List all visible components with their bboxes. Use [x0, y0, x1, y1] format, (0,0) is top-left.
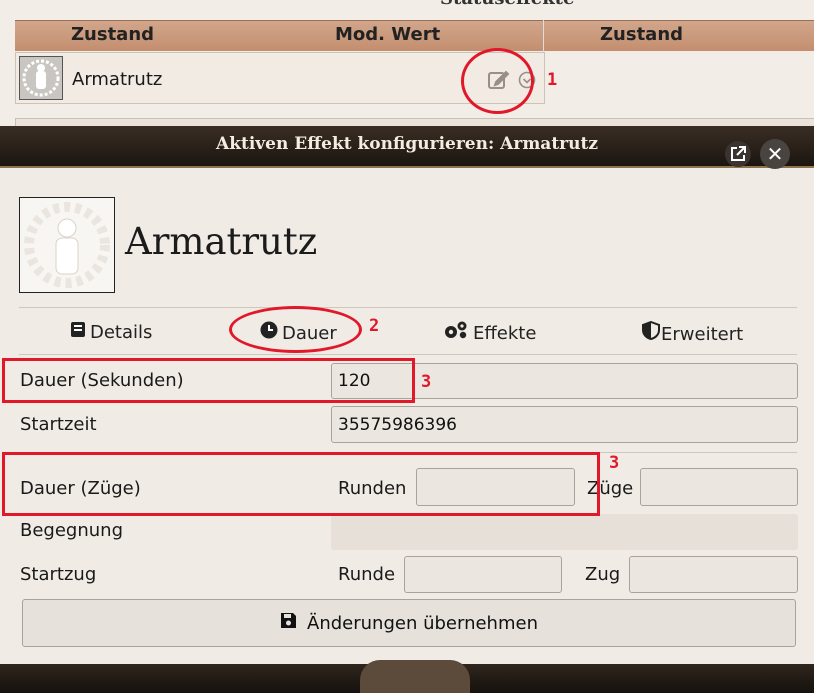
divider	[19, 354, 797, 355]
external-link-icon	[731, 146, 746, 161]
tab-details[interactable]: Details	[70, 321, 152, 343]
column-header-condition-2: Zustand	[600, 24, 684, 45]
turns-input[interactable]	[640, 468, 798, 506]
annotation-number-3a: 3	[421, 372, 432, 392]
shield-icon	[642, 320, 660, 345]
annotation-box-3a	[2, 358, 415, 403]
close-button[interactable]: ✕	[760, 139, 790, 169]
start-turn-zug-label: Zug	[585, 564, 621, 585]
gears-icon	[443, 321, 469, 344]
popout-button[interactable]	[725, 141, 751, 167]
annotation-box-3b	[2, 452, 600, 516]
effect-row-name: Armatrutz	[72, 69, 163, 90]
start-turn-label: Startzug	[20, 564, 97, 585]
tab-erweitert[interactable]: Erweitert	[642, 320, 744, 345]
combat-input	[331, 514, 798, 550]
column-header-mod-value: Mod. Wert	[335, 24, 441, 45]
effects-table-header: Zustand Mod. Wert Zustand	[15, 20, 814, 51]
tab-label: Effekte	[473, 323, 537, 344]
column-header-condition: Zustand	[71, 24, 155, 45]
start-turn-input[interactable]	[629, 556, 798, 593]
start-round-label: Runde	[338, 564, 396, 585]
effect-image[interactable]	[19, 197, 115, 293]
tab-label: Details	[90, 322, 153, 343]
start-time-input[interactable]	[331, 406, 798, 443]
combat-label: Begegnung	[20, 520, 123, 541]
annotation-number-2: 2	[369, 316, 380, 336]
annotation-circle-1	[461, 48, 534, 114]
annotation-circle-2	[229, 306, 362, 353]
annotation-number-3b: 3	[609, 453, 620, 473]
tab-label: Erweitert	[661, 324, 744, 345]
annotation-number-1: 1	[547, 70, 558, 90]
divider	[19, 307, 797, 308]
save-changes-button[interactable]: Änderungen übernehmen	[22, 599, 796, 647]
tab-effekte[interactable]: Effekte	[443, 321, 536, 344]
frame-ornament	[360, 660, 470, 693]
section-title: Statuseffekte	[440, 0, 574, 9]
close-icon: ✕	[766, 142, 784, 166]
start-round-input[interactable]	[404, 556, 562, 593]
save-changes-label: Änderungen übernehmen	[307, 612, 538, 634]
start-time-label: Startzeit	[20, 414, 97, 435]
effect-name[interactable]: Armatrutz	[125, 220, 317, 263]
effect-thumbnail-icon	[19, 56, 63, 100]
column-divider	[543, 20, 544, 52]
save-icon	[280, 612, 297, 634]
dialog-title: Aktiven Effekt konfigurieren: Armatrutz	[216, 134, 598, 154]
book-icon	[70, 321, 86, 343]
